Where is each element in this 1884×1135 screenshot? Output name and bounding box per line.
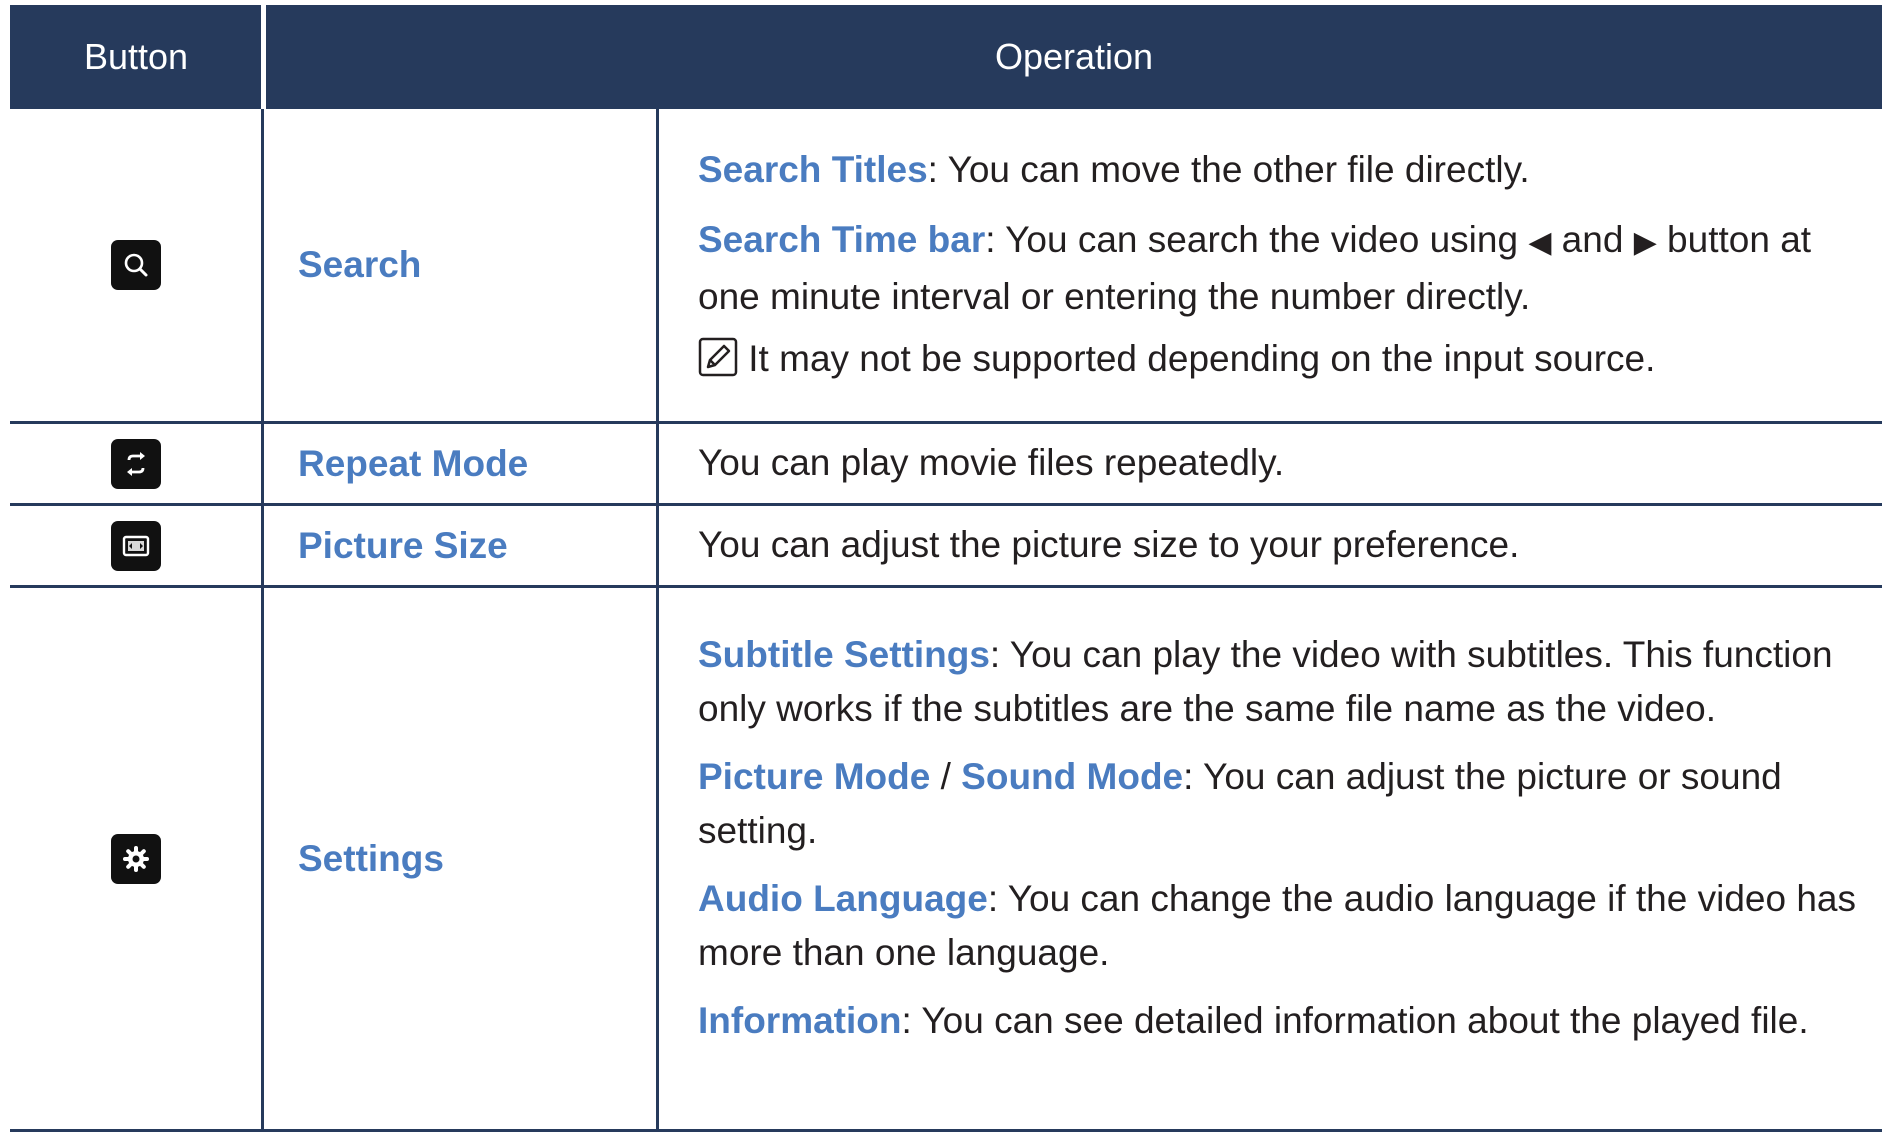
keyword: Subtitle Settings xyxy=(698,634,990,675)
note-text: It may not be supported depending on the… xyxy=(738,338,1656,379)
table-header: Button Operation xyxy=(10,5,1882,109)
keyword: Information xyxy=(698,1000,902,1041)
header-operation: Operation xyxy=(994,36,1154,77)
description: : You can move the other file directly. xyxy=(927,149,1530,190)
gear-icon[interactable] xyxy=(111,833,161,884)
table-row: Search Search Titles: You can move the o… xyxy=(10,109,1882,421)
keyword: Audio Language xyxy=(698,878,988,919)
description: You can play movie files repeatedly. xyxy=(698,442,1285,483)
repeat-icon[interactable] xyxy=(111,438,161,489)
operation-cell: Search Titles: You can move the other fi… xyxy=(698,143,1868,392)
row-name: Repeat Mode xyxy=(298,442,529,484)
keyword: Search Titles xyxy=(698,149,928,190)
table-row: Settings Subtitle Settings: You can play… xyxy=(10,588,1882,1129)
description: and xyxy=(1551,219,1634,260)
row-name: Picture Size xyxy=(298,524,508,566)
keyword: Sound Mode xyxy=(961,756,1184,797)
operation-cell: You can play movie files repeatedly. xyxy=(698,436,1868,490)
description: : You can see detailed information about… xyxy=(901,1000,1809,1041)
description: : You can search the video using xyxy=(985,219,1529,260)
separator: / xyxy=(930,756,962,797)
note-icon xyxy=(698,337,738,392)
left-arrow-icon: ◀ xyxy=(1528,225,1552,260)
operation-cell: Subtitle Settings: You can play the vide… xyxy=(698,628,1868,1048)
keyword: Picture Mode xyxy=(698,756,931,797)
header-button: Button xyxy=(83,36,189,77)
search-icon[interactable] xyxy=(111,240,161,290)
button-operation-table: Button Operation Search Search Titles: Y… xyxy=(10,5,1882,1132)
row-divider xyxy=(10,1129,1882,1132)
keyword: Search Time bar xyxy=(698,219,986,260)
picture-size-icon[interactable] xyxy=(111,520,161,571)
table-row: Picture Size You can adjust the picture … xyxy=(10,506,1882,585)
description: You can adjust the picture size to your … xyxy=(698,524,1520,565)
row-name: Settings xyxy=(298,837,444,879)
table-row: Repeat Mode You can play movie files rep… xyxy=(10,424,1882,503)
right-arrow-icon: ▶ xyxy=(1633,225,1657,260)
operation-cell: You can adjust the picture size to your … xyxy=(698,518,1868,572)
row-name: Search xyxy=(298,244,422,285)
